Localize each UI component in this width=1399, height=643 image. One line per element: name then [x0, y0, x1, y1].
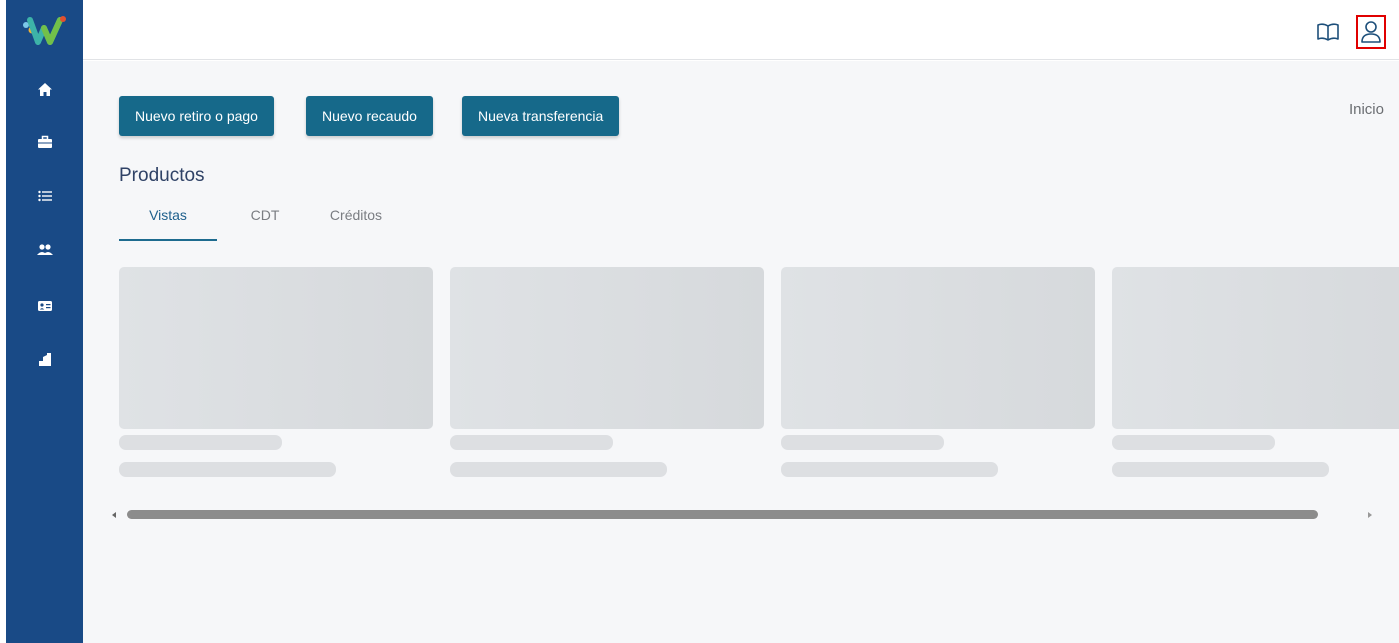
tab-cdt[interactable]: CDT — [237, 201, 293, 241]
brand-logo-icon[interactable] — [18, 12, 70, 48]
main-content: Nuevo retiro o pago Nuevo recaudo Nueva … — [83, 61, 1399, 643]
new-collection-button[interactable]: Nuevo recaudo — [306, 96, 433, 136]
sidebar-item-list[interactable] — [6, 176, 83, 216]
products-carousel — [119, 267, 1399, 487]
book-icon[interactable] — [1313, 15, 1343, 49]
briefcase-icon — [37, 135, 52, 148]
sidebar-item-home[interactable] — [6, 70, 83, 110]
list-icon — [37, 190, 52, 202]
home-icon — [37, 83, 52, 96]
skeleton-line — [781, 435, 944, 450]
breadcrumb[interactable]: Inicio — [1349, 101, 1384, 118]
sidebar-item-id-card[interactable] — [6, 286, 83, 326]
skeleton-line — [781, 462, 998, 477]
skeleton-line — [450, 462, 667, 477]
tab-vistas[interactable]: Vistas — [119, 201, 217, 241]
id-card-icon — [37, 301, 52, 311]
new-withdrawal-button[interactable]: Nuevo retiro o pago — [119, 96, 274, 136]
sidebar-item-products[interactable] — [6, 122, 83, 162]
skeleton-image — [119, 267, 433, 429]
chart-bar-icon — [38, 353, 51, 366]
skeleton-line — [1112, 462, 1329, 477]
product-card-skeleton — [119, 267, 433, 477]
product-card-skeleton — [1112, 267, 1399, 477]
scroll-right-icon[interactable] — [1365, 510, 1375, 520]
skeleton-image — [450, 267, 764, 429]
tab-creditos[interactable]: Créditos — [315, 201, 397, 241]
horizontal-scrollbar[interactable] — [105, 507, 1379, 523]
products-title: Productos — [119, 165, 205, 186]
sidebar-item-reports[interactable] — [6, 340, 83, 380]
skeleton-line — [119, 435, 282, 450]
skeleton-image — [781, 267, 1095, 429]
skeleton-line — [1112, 435, 1275, 450]
skeleton-image — [1112, 267, 1399, 429]
user-icon[interactable] — [1356, 15, 1386, 49]
top-bar — [83, 0, 1399, 60]
scroll-left-icon[interactable] — [109, 510, 119, 520]
skeleton-line — [450, 435, 613, 450]
sidebar — [6, 0, 83, 643]
product-card-skeleton — [781, 267, 1095, 477]
sidebar-item-users[interactable] — [6, 230, 83, 270]
scrollbar-thumb[interactable] — [127, 510, 1318, 519]
users-icon — [36, 244, 53, 255]
product-card-skeleton — [450, 267, 764, 477]
skeleton-line — [119, 462, 336, 477]
new-transfer-button[interactable]: Nueva transferencia — [462, 96, 620, 136]
products-tabs: Vistas CDT Créditos — [119, 201, 419, 241]
